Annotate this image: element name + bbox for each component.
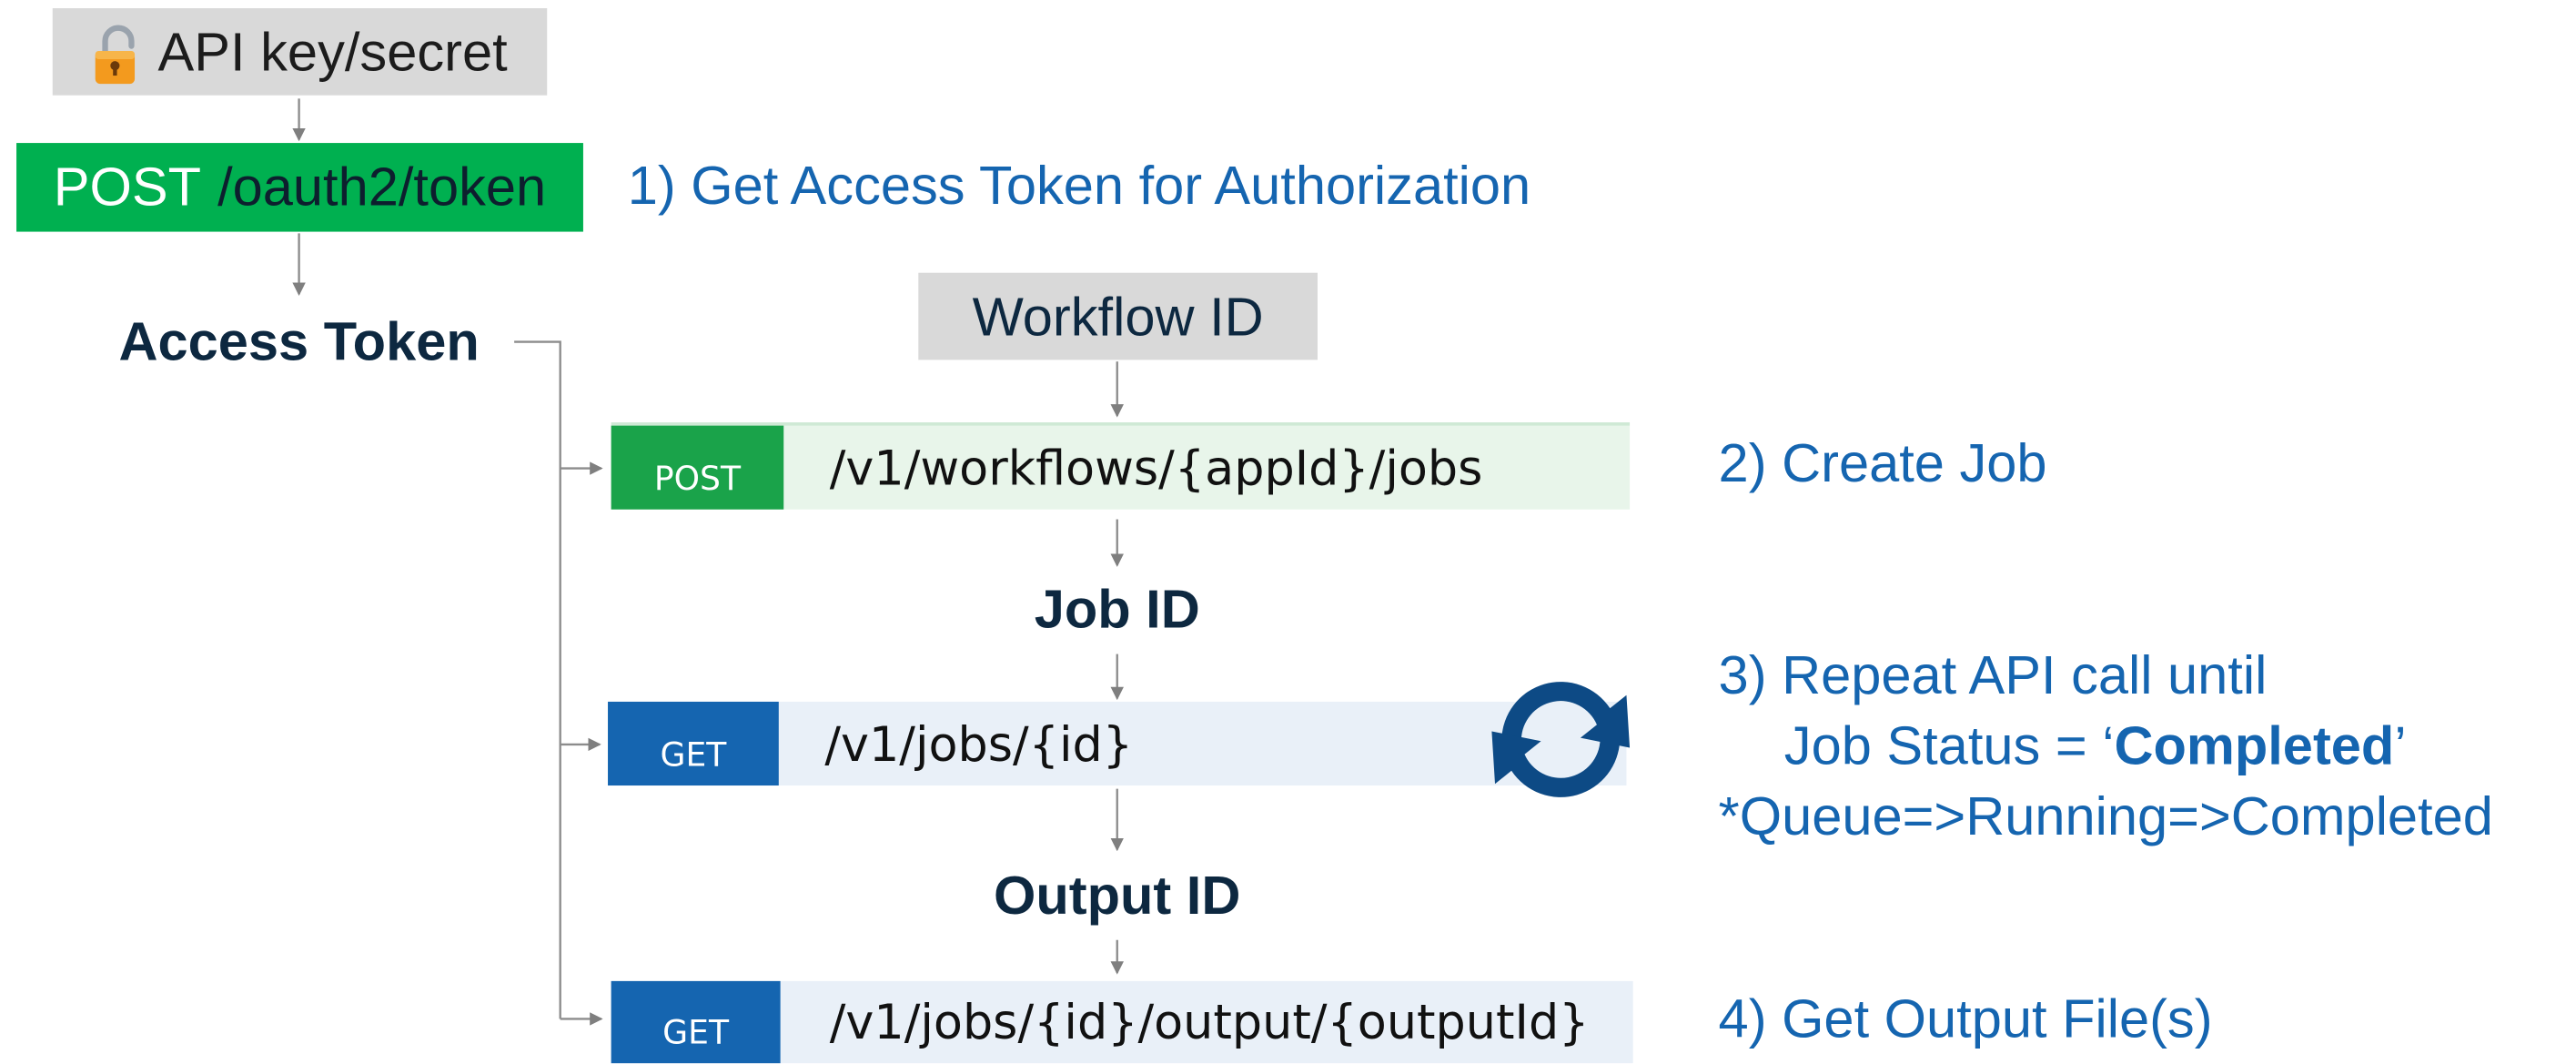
get-output-path: /v1/jobs/{id}/output/{outputId} (829, 994, 1590, 1050)
step-2-label: 2) Create Job (1718, 431, 2047, 493)
get-method-badge: GET (611, 980, 781, 1064)
job-id-label: Job ID (1034, 578, 1200, 640)
oauth-path: /oauth2/token (217, 156, 547, 218)
output-id-label: Output ID (994, 864, 1241, 926)
access-token-label: Access Token (118, 310, 480, 372)
step-3-status-completed: Completed (2114, 714, 2395, 776)
get-output-endpoint: GET /v1/jobs/{id}/output/{outputId} (611, 980, 1633, 1064)
step-3-label: 3) Repeat API call until Job Status = ‘C… (1719, 639, 2493, 851)
step-4-label: 4) Get Output File(s) (1718, 988, 2213, 1049)
api-key-box: API key/secret (52, 8, 548, 96)
padlock-open-icon (95, 24, 136, 84)
post-method-badge: POST (611, 425, 784, 510)
step-3-line-2: Job Status = ‘Completed’ (1719, 710, 2493, 781)
workflow-id-label: Workflow ID (972, 285, 1264, 347)
workflow-id-box: Workflow ID (918, 272, 1318, 360)
diagram-canvas: API key/secret POST /oauth2/token 1) Get… (0, 0, 2576, 1064)
refresh-cycle-icon (1491, 682, 1631, 797)
api-key-label: API key/secret (157, 20, 508, 82)
oauth-method: POST (53, 156, 202, 218)
token-bracket-line (514, 340, 561, 1019)
create-job-endpoint: POST /v1/workflows/{appId}/jobs (611, 422, 1631, 510)
step-3-line-3: *Queue=>Running=>Completed (1718, 785, 2493, 846)
step-3-line-1: 3) Repeat API call until (1718, 643, 2268, 705)
get-method-badge: GET (608, 701, 779, 786)
step-3-status-prefix: Job Status = ‘ (1783, 714, 2115, 776)
oauth-token-box: POST /oauth2/token (16, 143, 583, 232)
step-3-status-suffix: ’ (2394, 714, 2407, 776)
create-job-path: /v1/workflows/{appId}/jobs (829, 439, 1483, 496)
step-1-label: 1) Get Access Token for Authorization (627, 154, 1531, 216)
